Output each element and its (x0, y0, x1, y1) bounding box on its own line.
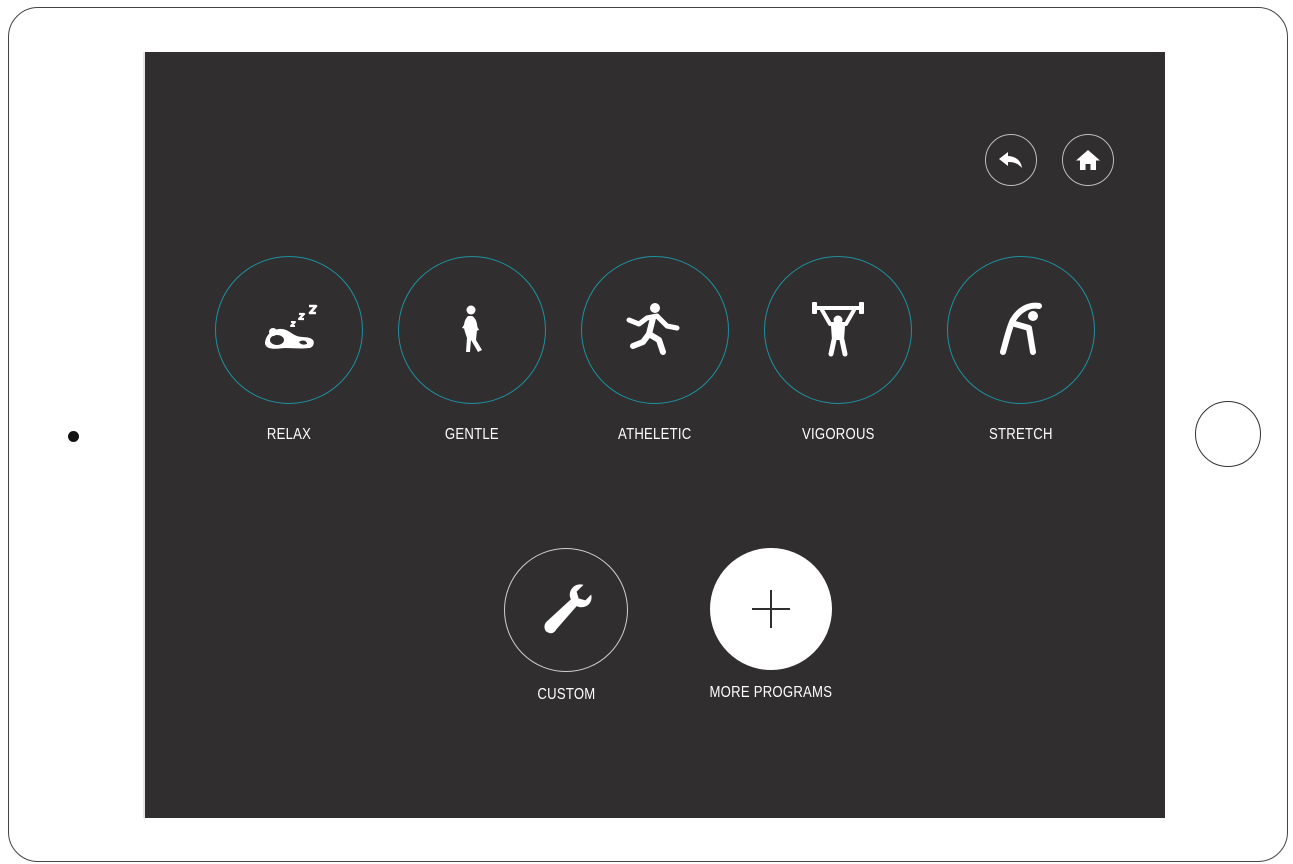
custom-label: CUSTOM (536, 686, 596, 703)
custom-ring (504, 548, 628, 672)
camera-dot (68, 431, 79, 442)
program-vigorous-ring (764, 256, 912, 404)
weightlifting-icon (812, 302, 864, 357)
program-relax[interactable]: RELAX (214, 256, 364, 456)
program-gentle[interactable]: GENTLE (397, 256, 547, 456)
back-arrow-icon (999, 152, 1022, 168)
program-stretch-label: STRETCH (989, 426, 1053, 443)
custom-button[interactable]: CUSTOM (466, 548, 666, 704)
more-programs-label: MORE PROGRAMS (709, 684, 833, 701)
back-button[interactable] (985, 134, 1037, 186)
more-programs-circle (710, 548, 832, 670)
wrench-icon (544, 584, 592, 634)
program-relax-ring (215, 256, 363, 404)
program-gentle-label: GENTLE (445, 426, 499, 443)
program-stretch-ring (947, 256, 1095, 404)
program-vigorous-label: VIGOROUS (801, 426, 875, 443)
sleep-icon (265, 304, 318, 349)
stretching-icon (1000, 302, 1042, 355)
more-programs-button[interactable]: MORE PROGRAMS (671, 548, 871, 702)
program-vigorous[interactable]: VIGOROUS (763, 256, 913, 456)
running-icon (626, 303, 680, 355)
program-relax-label: RELAX (266, 426, 312, 443)
screen: RELAX GENTLE ATHELETIC VIGOROUS STRETCH … (143, 52, 1165, 818)
program-atheletic[interactable]: ATHELETIC (580, 256, 730, 456)
plus-icon (752, 590, 790, 628)
home-nav-button[interactable] (1062, 134, 1114, 186)
program-atheletic-label: ATHELETIC (618, 426, 692, 443)
program-atheletic-ring (581, 256, 729, 404)
home-icon (1076, 150, 1100, 170)
program-stretch[interactable]: STRETCH (946, 256, 1096, 456)
walking-icon (462, 305, 482, 352)
device-home-button[interactable] (1195, 401, 1261, 467)
program-gentle-ring (398, 256, 546, 404)
